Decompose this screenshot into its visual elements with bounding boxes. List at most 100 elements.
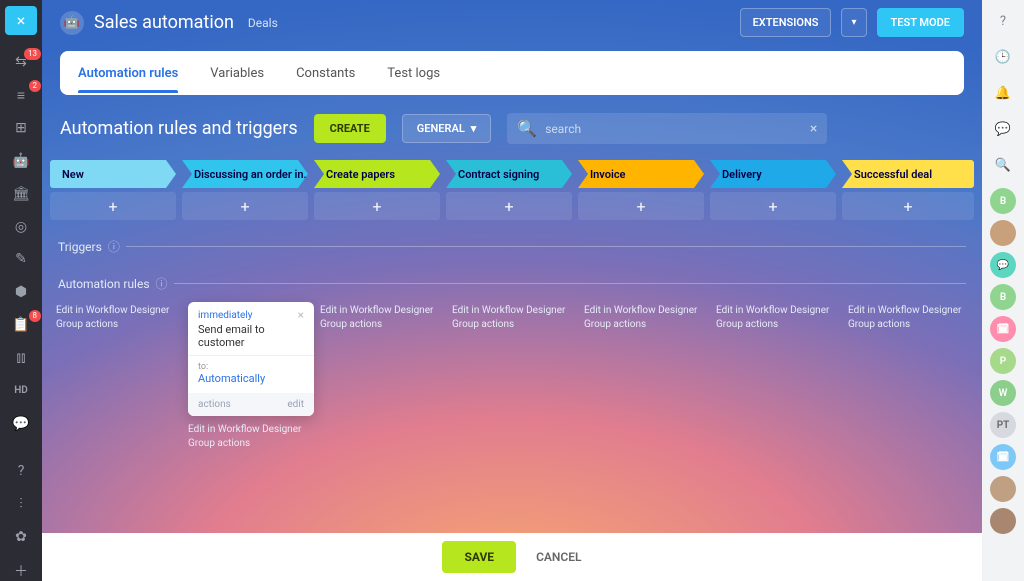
stage-0[interactable]: New — [50, 160, 176, 188]
search-icon[interactable]: 🔍 — [990, 152, 1016, 178]
sidebar-feed-icon[interactable]: ⊞ — [11, 119, 31, 137]
edit-workflow-link[interactable]: Edit in Workflow Designer — [848, 305, 968, 316]
edit-workflow-link[interactable]: Edit in Workflow Designer — [56, 305, 176, 316]
section-head: Automation rules and triggers CREATE GEN… — [42, 101, 982, 156]
avatar[interactable]: B — [990, 188, 1016, 214]
sidebar-help-icon[interactable]: ? — [11, 462, 31, 480]
group-actions-link[interactable]: Group actions — [584, 319, 704, 330]
group-actions-link[interactable]: Group actions — [320, 319, 440, 330]
avatar[interactable]: PT — [990, 412, 1016, 438]
sidebar-crm-icon[interactable]: ≡2 — [11, 86, 31, 104]
sidebar-sitemap-icon[interactable]: ⫶ — [11, 495, 31, 513]
sidebar-hd-icon[interactable]: HD — [11, 382, 31, 400]
sidebar-target-icon[interactable]: ◎ — [11, 218, 31, 236]
edit-workflow-link[interactable]: Edit in Workflow Designer — [716, 305, 836, 316]
stage-add-2[interactable]: + — [314, 192, 440, 220]
group-actions-link[interactable]: Group actions — [848, 319, 968, 330]
stage-add-5[interactable]: + — [710, 192, 836, 220]
info-icon[interactable]: ⓘ — [156, 275, 168, 292]
bell-icon[interactable]: 🔔 — [990, 80, 1016, 106]
avatar[interactable] — [990, 476, 1016, 502]
group-actions-link[interactable]: Group actions — [56, 319, 176, 330]
help-icon[interactable]: ? — [990, 8, 1016, 34]
edit-workflow-link[interactable]: Edit in Workflow Designer — [452, 305, 572, 316]
sidebar-analytics-icon[interactable]: ⫾⫾ — [11, 349, 31, 367]
tab-constants[interactable]: Constants — [296, 54, 355, 93]
card-trigger-label: immediately — [198, 310, 304, 321]
stage-add-3[interactable]: + — [446, 192, 572, 220]
create-button[interactable]: CREATE — [314, 114, 386, 143]
search-clear-icon[interactable]: × — [810, 121, 817, 137]
avatar[interactable]: B — [990, 284, 1016, 310]
group-actions-link[interactable]: Group actions — [188, 438, 308, 449]
search-icon: 🔍 — [517, 119, 537, 138]
tab-variables[interactable]: Variables — [210, 54, 264, 93]
stage-5[interactable]: Delivery — [710, 160, 836, 188]
edit-workflow-link[interactable]: Edit in Workflow Designer — [584, 305, 704, 316]
sidebar-edit-icon[interactable]: ✎ — [11, 251, 31, 269]
app-title: Sales automation — [94, 12, 234, 33]
chat-bubble-icon[interactable]: 💬 — [990, 116, 1016, 142]
avatar[interactable]: 💬 — [990, 252, 1016, 278]
card-value: Automatically — [198, 372, 304, 385]
header: 🤖 Sales automation Deals EXTENSIONS ▾ TE… — [42, 0, 982, 45]
cancel-button[interactable]: CANCEL — [536, 550, 581, 564]
group-actions-link[interactable]: Group actions — [716, 319, 836, 330]
robot-icon: 🤖 — [60, 11, 84, 35]
card-title: Send email to customer — [198, 323, 304, 349]
clock-icon[interactable]: 🕒 — [990, 44, 1016, 70]
stage-6[interactable]: Successful deal — [842, 160, 974, 188]
general-filter-button[interactable]: GENERAL▾ — [402, 114, 492, 143]
activity-badge: 13 — [24, 48, 41, 60]
edit-workflow-link[interactable]: Edit in Workflow Designer — [320, 305, 440, 316]
stage-3[interactable]: Contract signing — [446, 160, 572, 188]
stage-add-1[interactable]: + — [182, 192, 308, 220]
close-panel-button[interactable]: × — [5, 6, 37, 35]
sidebar-activity-icon[interactable]: ⇆13 — [11, 54, 31, 72]
test-mode-button[interactable]: TEST MODE — [877, 8, 964, 37]
main-panel: 🤖 Sales automation Deals EXTENSIONS ▾ TE… — [42, 0, 982, 581]
stage-add-6[interactable]: + — [842, 192, 974, 220]
stage-1[interactable]: Discussing an order in... — [182, 160, 308, 188]
sidebar-robot-icon[interactable]: 🤖 — [11, 152, 31, 170]
avatar[interactable] — [990, 508, 1016, 534]
save-button[interactable]: SAVE — [442, 541, 516, 573]
avatar[interactable]: 🗓 — [990, 444, 1016, 470]
crm-badge: 2 — [29, 80, 42, 92]
card-actions-link[interactable]: actions — [198, 399, 231, 410]
sidebar-add-icon[interactable]: ＋ — [11, 561, 31, 581]
stage-add-4[interactable]: + — [578, 192, 704, 220]
edit-workflow-link[interactable]: Edit in Workflow Designer — [188, 424, 308, 435]
footer-bar: SAVE CANCEL — [42, 533, 982, 581]
sidebar-company-icon[interactable]: 🏛 — [11, 185, 31, 203]
card-edit-link[interactable]: edit — [287, 399, 304, 410]
triggers-section-label: Triggersⓘ — [42, 224, 982, 261]
extensions-button[interactable]: EXTENSIONS — [740, 8, 832, 37]
card-sub-label: to: — [198, 362, 304, 372]
tabs-bar: Automation rules Variables Constants Tes… — [60, 51, 964, 95]
card-close-icon[interactable]: × — [298, 310, 304, 320]
stage-add-0[interactable]: + — [50, 192, 176, 220]
sidebar-settings-icon[interactable]: ✿ — [11, 528, 31, 546]
stages-row: New +Discussing an order in... +Create p… — [42, 156, 982, 224]
stage-2[interactable]: Create papers — [314, 160, 440, 188]
rule-card[interactable]: × immediately Send email to customer to:… — [188, 302, 314, 416]
sidebar-tasks-icon[interactable]: 📋8 — [11, 316, 31, 334]
extensions-dropdown[interactable]: ▾ — [841, 8, 866, 37]
sidebar-db-icon[interactable]: ⬢ — [11, 283, 31, 301]
tab-automation-rules[interactable]: Automation rules — [78, 54, 178, 93]
group-actions-link[interactable]: Group actions — [452, 319, 572, 330]
info-icon[interactable]: ⓘ — [108, 238, 120, 255]
sidebar-chat-icon[interactable]: 💬 — [11, 415, 31, 433]
stage-4[interactable]: Invoice — [578, 160, 704, 188]
avatar[interactable]: 🗓 — [990, 316, 1016, 342]
search-box[interactable]: 🔍 × — [507, 113, 827, 144]
avatar[interactable] — [990, 220, 1016, 246]
right-sidebar: ? 🕒 🔔 💬 🔍 B 💬 B 🗓 PW PT 🗓 — [982, 0, 1024, 581]
rules-grid: Edit in Workflow Designer Group actions … — [42, 298, 982, 456]
app-subtitle: Deals — [248, 16, 278, 30]
avatar[interactable]: P — [990, 348, 1016, 374]
avatar[interactable]: W — [990, 380, 1016, 406]
search-input[interactable] — [545, 122, 810, 136]
tab-test-logs[interactable]: Test logs — [387, 54, 440, 93]
